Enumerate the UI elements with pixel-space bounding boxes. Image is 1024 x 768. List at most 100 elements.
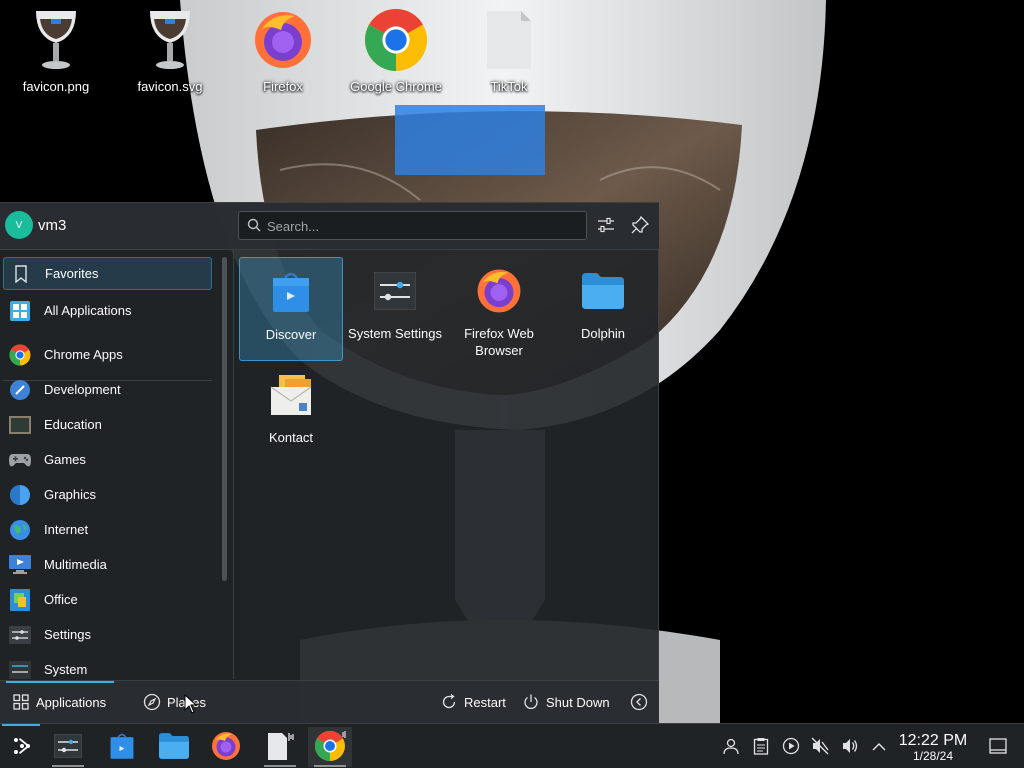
show-desktop-button[interactable]	[987, 736, 1009, 758]
system-settings-icon	[371, 267, 419, 315]
taskbar-tiktok-window[interactable]	[258, 727, 302, 767]
desktop-icon-label: TikTok	[490, 79, 528, 94]
speaker-muted-icon	[811, 737, 829, 758]
desktop-icon-google-chrome[interactable]: Google Chrome	[341, 6, 451, 98]
settings-icon	[9, 624, 31, 646]
application-launcher-button[interactable]	[0, 724, 44, 767]
category-label: Development	[44, 382, 121, 397]
power-icon	[522, 693, 540, 711]
app-dolphin[interactable]: Dolphin	[551, 257, 655, 361]
category-chrome-apps[interactable]: Chrome Apps	[3, 338, 212, 371]
category-sidebar: Favorites All Applications Chrome Apps D…	[0, 251, 220, 679]
tray-volume[interactable]	[839, 736, 861, 758]
taskbar-discover[interactable]	[100, 727, 144, 767]
app-discover[interactable]: Discover	[239, 257, 343, 361]
chrome-icon	[9, 343, 31, 366]
category-multimedia[interactable]: Multimedia	[3, 548, 212, 581]
sidebar-scrollbar[interactable]	[222, 257, 227, 581]
application-launcher-menu: V vm3 Favorites All Applications	[0, 202, 659, 724]
app-label: Firefox Web Browser	[464, 326, 534, 358]
tray-expand-button[interactable]	[868, 736, 890, 758]
bookmark-icon	[10, 263, 32, 285]
tab-applications[interactable]: Applications	[12, 693, 106, 711]
clipboard-icon	[753, 737, 769, 758]
taskbar: 12:22 PM 1/28/24	[0, 723, 1024, 768]
active-tab-indicator	[6, 681, 114, 683]
menu-header: V vm3	[0, 203, 659, 250]
desktop-icon-favicon-svg[interactable]: favicon.svg	[115, 6, 225, 98]
tray-media-player[interactable]	[780, 736, 802, 758]
category-favorites[interactable]: Favorites	[3, 257, 212, 290]
chrome-icon	[364, 6, 428, 74]
category-internet[interactable]: Internet	[3, 513, 212, 546]
goblet-image-icon	[138, 6, 202, 74]
tray-muted-audio[interactable]	[809, 736, 831, 758]
speaker-icon	[841, 737, 859, 758]
office-icon	[9, 588, 31, 611]
globe-icon	[9, 519, 31, 541]
grid-icon	[12, 693, 30, 711]
tray-user-switcher[interactable]	[720, 736, 742, 758]
clock-time[interactable]: 12:22 PM	[896, 732, 970, 750]
desktop-icon-favicon-png[interactable]: favicon.png	[1, 6, 111, 98]
clock-date[interactable]: 1/28/24	[896, 749, 970, 763]
restart-button[interactable]: Restart	[440, 693, 506, 711]
category-label: Multimedia	[44, 557, 107, 572]
chevron-left-circle-icon	[630, 693, 648, 711]
education-icon	[9, 414, 31, 436]
leave-options-button[interactable]	[630, 693, 654, 711]
restart-icon	[440, 693, 458, 711]
app-system-settings[interactable]: System Settings	[343, 257, 447, 361]
category-development[interactable]: Development	[3, 373, 212, 406]
shut-down-label: Shut Down	[546, 694, 610, 710]
category-office[interactable]: Office	[3, 583, 212, 616]
compass-icon	[143, 693, 161, 711]
taskbar-google-chrome[interactable]	[308, 727, 352, 767]
tray-clipboard[interactable]	[750, 736, 772, 758]
app-label: Discover	[265, 327, 317, 342]
taskbar-system-settings[interactable]	[46, 727, 90, 767]
category-system[interactable]: System	[3, 653, 212, 679]
app-firefox-web-browser[interactable]: Firefox Web Browser	[447, 257, 551, 361]
user-icon	[722, 737, 740, 758]
multimedia-icon	[9, 554, 31, 576]
category-settings[interactable]: Settings	[3, 618, 212, 651]
pin-button[interactable]	[629, 215, 651, 237]
kde-launcher-icon	[10, 734, 34, 761]
mouse-cursor-icon	[184, 694, 198, 714]
blank-file-icon	[477, 6, 541, 74]
category-education[interactable]: Education	[3, 408, 212, 441]
category-all-applications[interactable]: All Applications	[3, 294, 212, 327]
restart-label: Restart	[464, 694, 506, 710]
app-kontact[interactable]: Kontact	[239, 361, 343, 465]
category-label: Favorites	[45, 266, 99, 281]
taskbar-dolphin[interactable]	[152, 727, 196, 767]
shut-down-button[interactable]: Shut Down	[522, 693, 610, 711]
chevron-up-icon	[872, 740, 886, 755]
tab-applications-label: Applications	[36, 694, 107, 710]
firefox-icon	[475, 267, 523, 315]
category-label: Games	[44, 452, 86, 467]
desktop-icon-firefox[interactable]: Firefox	[228, 6, 338, 98]
avatar[interactable]: V	[5, 211, 33, 239]
folder-icon	[159, 732, 189, 762]
search-box[interactable]	[238, 211, 587, 240]
firefox-icon	[251, 6, 315, 74]
search-input[interactable]	[267, 216, 577, 236]
configure-button[interactable]	[595, 215, 617, 237]
category-label: Chrome Apps	[44, 347, 123, 362]
taskbar-firefox[interactable]	[204, 727, 248, 767]
desktop-icon-label: Google Chrome	[350, 79, 442, 94]
category-label: All Applications	[44, 303, 132, 318]
username: vm3	[38, 217, 67, 234]
desktop-icon-tiktok[interactable]: TikTok	[454, 6, 564, 98]
chrome-icon	[313, 730, 347, 765]
menu-footer: Applications Places Restart Shut Down	[0, 680, 659, 724]
kontact-icon	[267, 371, 315, 419]
category-graphics[interactable]: Graphics	[3, 478, 212, 511]
category-games[interactable]: Games	[3, 443, 212, 476]
discover-icon	[267, 268, 315, 316]
system-icon	[9, 659, 31, 680]
firefox-icon	[211, 731, 241, 764]
app-label: Dolphin	[580, 326, 626, 341]
